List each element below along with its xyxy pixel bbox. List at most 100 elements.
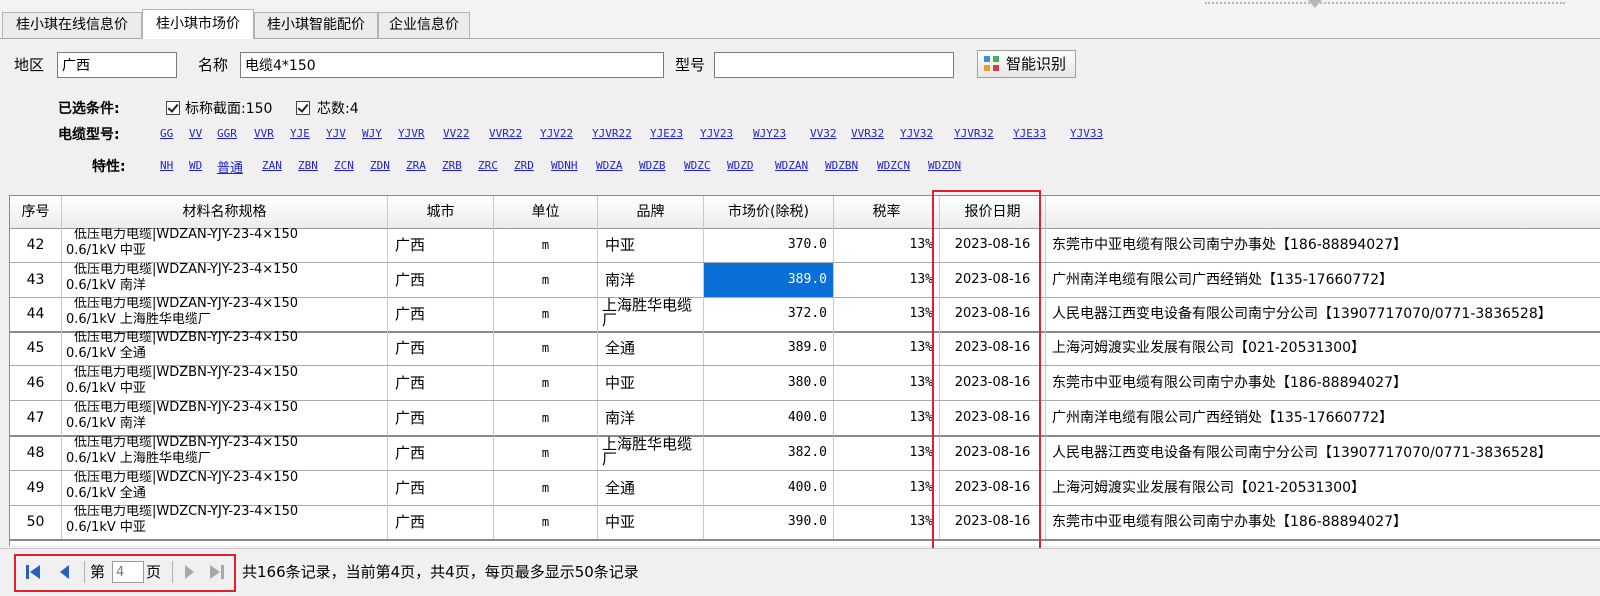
previous-page-icon[interactable] xyxy=(56,563,74,581)
feature-link[interactable]: 普通 xyxy=(217,157,243,176)
cable-model-link[interactable]: YJVR22 xyxy=(592,127,632,140)
cell-tax[interactable]: 13% xyxy=(834,263,940,297)
collapse-arrow-icon[interactable] xyxy=(1308,0,1322,8)
cell-brand[interactable]: 中亚 xyxy=(598,366,704,400)
tab-enterprise-info-price[interactable]: 企业信息价 xyxy=(378,12,470,38)
cable-model-link[interactable]: YJE23 xyxy=(650,127,683,140)
cell-city[interactable]: 广西 xyxy=(388,331,494,365)
cell-tax[interactable]: 13% xyxy=(834,436,940,470)
feature-link[interactable]: ZAN xyxy=(262,159,282,172)
table-row[interactable]: 46 低压电力电缆|WDZBN-YJY-23-4×150 0.6/1kV 中亚 广西 m… xyxy=(10,366,1600,401)
cell-supplier[interactable]: 广州南洋电缆有限公司广西经销处【135-17660772】 xyxy=(1046,263,1600,297)
col-header-unit[interactable]: 单位 xyxy=(494,196,598,228)
cable-model-link[interactable]: GG xyxy=(160,127,173,140)
cell-city[interactable]: 广西 xyxy=(388,471,494,505)
cell-city[interactable]: 广西 xyxy=(388,366,494,400)
cable-model-link[interactable]: WJY xyxy=(362,127,382,140)
cell-price[interactable]: 370.0 xyxy=(704,228,834,262)
cell-unit[interactable]: m xyxy=(494,297,598,331)
cell-tax[interactable]: 13% xyxy=(834,228,940,262)
tab-market-price[interactable]: 桂小琪市场价 xyxy=(142,9,254,39)
cable-model-link[interactable]: GGR xyxy=(217,127,237,140)
cell-city[interactable]: 广西 xyxy=(388,263,494,297)
cell-unit[interactable]: m xyxy=(494,436,598,470)
cell-material[interactable]: 低压电力电缆|WDZBN-YJY-23-4×150 0.6/1kV 南洋 xyxy=(62,401,388,435)
region-input[interactable] xyxy=(57,52,177,78)
cell-brand[interactable]: 南洋 xyxy=(598,401,704,435)
table-row[interactable]: 47 低压电力电缆|WDZBN-YJY-23-4×150 0.6/1kV 南洋 广西 m… xyxy=(10,401,1600,437)
cell-supplier[interactable]: 广州南洋电缆有限公司广西经销处【135-17660772】 xyxy=(1046,401,1600,435)
cell-supplier[interactable]: 人民电器江西变电设备有限公司南宁分公司【13907717070/0771-383… xyxy=(1046,436,1600,470)
cell-material[interactable]: 低压电力电缆|WDZBN-YJY-23-4×150 0.6/1kV 上海胜华电缆厂 xyxy=(62,436,388,470)
table-row[interactable]: 48 低压电力电缆|WDZBN-YJY-23-4×150 0.6/1kV 上海胜华电… xyxy=(10,436,1600,471)
cell-material[interactable]: 低压电力电缆|WDZBN-YJY-23-4×150 0.6/1kV 全通 xyxy=(62,331,388,365)
col-header-date[interactable]: 报价日期 xyxy=(940,196,1046,228)
cell-brand[interactable]: 中亚 xyxy=(598,505,704,539)
first-page-icon[interactable] xyxy=(24,563,42,581)
cable-model-link[interactable]: YJVR32 xyxy=(954,127,994,140)
cell-date[interactable]: 2023-08-16 xyxy=(940,263,1046,297)
table-row[interactable]: 49 低压电力电缆|WDZCN-YJY-23-4×150 0.6/1kV 全通 广西 m… xyxy=(10,471,1600,506)
cell-city[interactable]: 广西 xyxy=(388,228,494,262)
cable-model-link[interactable]: VVR xyxy=(254,127,274,140)
cell-date[interactable]: 2023-08-16 xyxy=(940,505,1046,539)
cable-model-link[interactable]: VVR32 xyxy=(851,127,884,140)
feature-link[interactable]: WDNH xyxy=(551,159,578,172)
cell-unit[interactable]: m xyxy=(494,471,598,505)
cell-tax[interactable]: 13% xyxy=(834,366,940,400)
feature-link[interactable]: WDZBN xyxy=(825,159,858,172)
name-input[interactable] xyxy=(240,52,664,78)
cell-price[interactable]: 400.0 xyxy=(704,401,834,435)
cable-model-link[interactable]: YJV33 xyxy=(1070,127,1103,140)
cable-model-link[interactable]: YJE xyxy=(290,127,310,140)
cell-material[interactable]: 低压电力电缆|WDZCN-YJY-23-4×150 0.6/1kV 中亚 xyxy=(62,505,388,539)
col-header-tax[interactable]: 税率 xyxy=(834,196,940,228)
cell-no[interactable]: 49 xyxy=(10,471,62,505)
cell-brand[interactable]: 全通 xyxy=(598,471,704,505)
cable-model-link[interactable]: VV22 xyxy=(443,127,470,140)
cell-material[interactable]: 低压电力电缆|WDZAN-YJY-23-4×150 0.6/1kV 南洋 xyxy=(62,263,388,297)
cell-date[interactable]: 2023-08-16 xyxy=(940,471,1046,505)
feature-link[interactable]: ZRB xyxy=(442,159,462,172)
table-row[interactable]: 45 低压电力电缆|WDZBN-YJY-23-4×150 0.6/1kV 全通 广西 m… xyxy=(10,331,1600,366)
cable-model-link[interactable]: YJV22 xyxy=(540,127,573,140)
cable-model-link[interactable]: YJE33 xyxy=(1013,127,1046,140)
cell-brand[interactable]: 上海胜华电缆厂 xyxy=(598,297,704,331)
cell-supplier[interactable]: 上海河姆渡实业发展有限公司【021-20531300】 xyxy=(1046,471,1600,505)
cell-date[interactable]: 2023-08-16 xyxy=(940,436,1046,470)
cell-supplier[interactable]: 东莞市中亚电缆有限公司南宁办事处【186-88894027】 xyxy=(1046,505,1600,539)
cell-unit[interactable]: m xyxy=(494,331,598,365)
table-row[interactable]: 43 低压电力电缆|WDZAN-YJY-23-4×150 0.6/1kV 南洋 广西 m… xyxy=(10,263,1600,298)
feature-link[interactable]: WDZD xyxy=(727,159,754,172)
next-page-icon[interactable] xyxy=(180,563,198,581)
cell-city[interactable]: 广西 xyxy=(388,297,494,331)
cell-tax[interactable]: 13% xyxy=(834,297,940,331)
feature-link[interactable]: WDZDN xyxy=(928,159,961,172)
cell-no[interactable]: 47 xyxy=(10,401,62,435)
cell-date[interactable]: 2023-08-16 xyxy=(940,366,1046,400)
cell-price[interactable]: 389.0 xyxy=(704,331,834,365)
condition-checkbox-cross-section[interactable] xyxy=(166,101,180,115)
col-header-brand[interactable]: 品牌 xyxy=(598,196,704,228)
col-header-no[interactable]: 序号 xyxy=(10,196,62,228)
cable-model-link[interactable]: WJY23 xyxy=(753,127,786,140)
feature-link[interactable]: ZCN xyxy=(334,159,354,172)
cell-unit[interactable]: m xyxy=(494,505,598,539)
cell-tax[interactable]: 13% xyxy=(834,331,940,365)
cell-no[interactable]: 45 xyxy=(10,331,62,365)
col-header-city[interactable]: 城市 xyxy=(388,196,494,228)
cell-unit[interactable]: m xyxy=(494,263,598,297)
cable-model-link[interactable]: VV xyxy=(189,127,202,140)
last-page-icon[interactable] xyxy=(208,563,226,581)
table-row[interactable]: 50 低压电力电缆|WDZCN-YJY-23-4×150 0.6/1kV 中亚 广西 m… xyxy=(10,505,1600,541)
page-number-input[interactable] xyxy=(112,561,144,583)
cell-tax[interactable]: 13% xyxy=(834,401,940,435)
feature-link[interactable]: WDZA xyxy=(596,159,623,172)
cell-unit[interactable]: m xyxy=(494,366,598,400)
cell-no[interactable]: 48 xyxy=(10,436,62,470)
cell-no[interactable]: 50 xyxy=(10,505,62,539)
cell-supplier[interactable]: 人民电器江西变电设备有限公司南宁分公司【13907717070/0771-383… xyxy=(1046,297,1600,331)
cell-brand[interactable]: 中亚 xyxy=(598,228,704,262)
cable-model-link[interactable]: YJVR xyxy=(398,127,425,140)
model-input[interactable] xyxy=(714,52,954,78)
